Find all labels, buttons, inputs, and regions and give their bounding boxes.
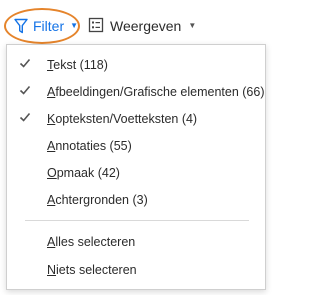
menu-item-label: Tekst (118)	[47, 58, 108, 72]
filter-button-label: Filter	[33, 18, 65, 34]
menu-item-label: Kopteksten/Voetteksten (4)	[47, 112, 198, 126]
chevron-down-icon: ▼	[70, 21, 79, 30]
menu-item-label: Niets selecteren	[47, 263, 137, 277]
select-all-item[interactable]: Alles selecteren	[7, 230, 265, 256]
filter-button[interactable]: Filter ▼	[14, 14, 78, 38]
menu-item-tekst[interactable]: Tekst (118)	[7, 53, 265, 79]
menu-item-annotaties[interactable]: Annotaties (55)	[7, 134, 265, 160]
chevron-down-icon: ▼	[188, 21, 197, 30]
select-none-item[interactable]: Niets selecteren	[7, 258, 265, 284]
filter-funnel-icon	[14, 18, 28, 34]
menu-item-afbeeldingen[interactable]: Afbeeldingen/Grafische elementen (66)	[7, 80, 265, 106]
menu-divider	[25, 220, 249, 221]
menu-item-opmaak[interactable]: Opmaak (42)	[7, 161, 265, 187]
menu-item-label: Annotaties (55)	[47, 139, 132, 153]
checkmark-icon	[19, 111, 33, 125]
checkmark-icon	[19, 84, 33, 98]
view-button[interactable]: Weergeven ▼	[88, 14, 196, 38]
menu-item-achtergronden[interactable]: Achtergronden (3)	[7, 188, 265, 214]
menu-item-label: Achtergronden (3)	[47, 193, 148, 207]
view-button-label: Weergeven	[110, 18, 182, 34]
filter-menu: Tekst (118) Afbeeldingen/Grafische eleme…	[6, 44, 266, 290]
menu-item-label: Afbeeldingen/Grafische elementen (66)	[47, 85, 265, 99]
view-list-icon	[88, 17, 104, 36]
menu-item-label: Alles selecteren	[47, 235, 136, 249]
toolbar: Filter ▼ Weergeven ▼	[0, 0, 274, 44]
checkmark-icon	[19, 57, 33, 71]
menu-item-label: Opmaak (42)	[47, 166, 120, 180]
menu-item-kopteksten[interactable]: Kopteksten/Voetteksten (4)	[7, 107, 265, 133]
